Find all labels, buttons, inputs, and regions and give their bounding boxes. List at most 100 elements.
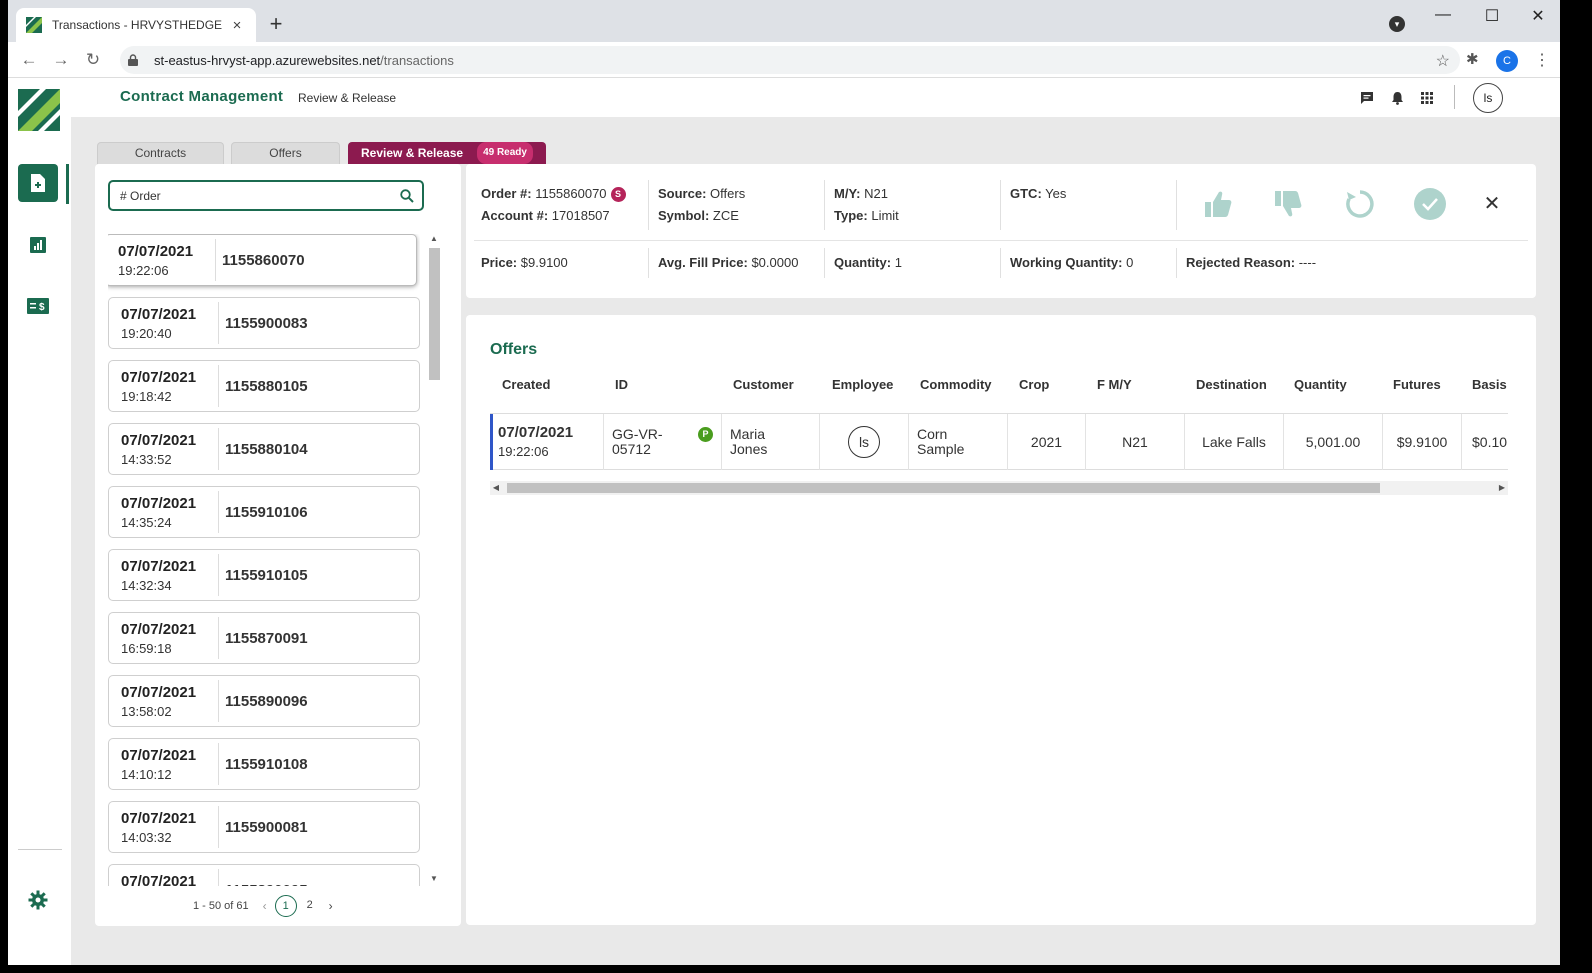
close-tab-icon[interactable]: ×: [228, 17, 246, 34]
detail-symbol: Symbol: ZCE: [658, 208, 739, 223]
nav-transactions[interactable]: $: [18, 287, 58, 325]
order-number: 1155910106: [225, 503, 308, 521]
order-date: 07/07/2021: [121, 747, 197, 764]
page-1-button[interactable]: 1: [274, 895, 297, 917]
order-search-input[interactable]: [120, 188, 392, 203]
apps-grid-icon[interactable]: [1418, 89, 1436, 107]
minimize-button[interactable]: —: [1428, 6, 1458, 24]
chat-icon[interactable]: [1358, 89, 1376, 107]
extensions-icon[interactable]: ✱: [1466, 50, 1479, 68]
column-header-quantity[interactable]: Quantity: [1294, 377, 1347, 392]
order-card[interactable]: 07/07/2021 19:18:42 1155880105: [108, 360, 420, 412]
commodity-line2: Sample: [917, 441, 965, 457]
nav-active-indicator: [66, 164, 69, 204]
page-2-button[interactable]: 2: [299, 895, 321, 917]
close-window-button[interactable]: ✕: [1523, 6, 1553, 26]
order-card[interactable]: 07/07/2021 14:33:52 1155880104: [108, 423, 420, 475]
symbol-value: ZCE: [712, 208, 739, 223]
browser-menu-icon[interactable]: ⋮: [1534, 50, 1550, 70]
column-divider: [824, 180, 825, 230]
order-time: 14:10:12: [121, 767, 172, 782]
company-logo: [18, 89, 60, 131]
column-divider: [824, 248, 825, 278]
approve-thumbs-up-button[interactable]: [1200, 186, 1236, 222]
refresh-icon: [1346, 190, 1374, 218]
browser-tab[interactable]: Transactions - HRVYSTHEDGE ×: [16, 8, 256, 42]
detail-source: Source: Offers: [658, 186, 745, 201]
order-card[interactable]: 07/07/2021 14:03:32 1155900081: [108, 801, 420, 853]
release-check-button[interactable]: [1412, 186, 1448, 222]
column-header-destination[interactable]: Destination: [1196, 377, 1267, 392]
reject-thumbs-down-button[interactable]: [1270, 186, 1306, 222]
column-header-created[interactable]: Created: [502, 377, 550, 392]
refresh-button[interactable]: [1342, 186, 1378, 222]
offers-horizontal-scrollbar[interactable]: ◀ ▶: [490, 481, 1508, 495]
column-divider: [648, 248, 649, 278]
next-page-icon[interactable]: ›: [329, 899, 333, 913]
order-date: 07/07/2021: [121, 810, 197, 827]
new-tab-button[interactable]: +: [264, 12, 288, 36]
user-avatar[interactable]: ls: [1473, 83, 1503, 113]
maximize-button[interactable]: ☐: [1477, 6, 1507, 26]
avg-value: $0.0000: [751, 255, 799, 270]
price-label: Price:: [481, 255, 518, 270]
column-header-basis[interactable]: Basis: [1472, 377, 1507, 392]
offers-panel: Offers Created ID Customer Employee Comm…: [466, 315, 1536, 925]
order-card[interactable]: 07/07/2021 19:22:06 1155860070: [108, 234, 417, 286]
order-card[interactable]: 07/07/2021 19:20:40 1155900083: [108, 297, 420, 349]
left-nav: $: [8, 79, 71, 965]
bookmark-star-icon[interactable]: ☆: [1436, 51, 1450, 71]
column-header-futures[interactable]: Futures: [1393, 377, 1441, 392]
order-card[interactable]: 07/07/2021 16:59:18 1155870091: [108, 612, 420, 664]
nav-divider: [18, 849, 62, 850]
rej-value: ----: [1298, 255, 1317, 270]
reload-button[interactable]: ↻: [82, 50, 104, 70]
column-header-commodity[interactable]: Commodity: [920, 377, 992, 392]
column-header-employee[interactable]: Employee: [832, 377, 893, 392]
nav-settings[interactable]: [18, 881, 58, 919]
column-header-id[interactable]: ID: [615, 377, 628, 392]
table-row[interactable]: 07/07/2021 19:22:06 GG-VR- 05712 P Maria Jo…: [490, 414, 1508, 470]
detail-rejected-reason: Rejected Reason: ----: [1186, 255, 1316, 270]
order-card[interactable]: 07/07/2021 1155890095: [108, 864, 420, 886]
order-card[interactable]: 07/07/2021 14:35:24 1155910106: [108, 486, 420, 538]
scroll-left-arrow-icon[interactable]: ◀: [490, 481, 502, 495]
order-list-scrollbar[interactable]: ▲ ▼: [428, 234, 440, 886]
type-label: Type:: [834, 208, 868, 223]
tab-review-release[interactable]: Review & Release 49 Ready: [348, 142, 546, 164]
nav-contracts[interactable]: [18, 164, 58, 202]
selected-row-indicator: [490, 414, 493, 470]
order-search[interactable]: [108, 180, 424, 211]
column-header-fmy[interactable]: F M/Y: [1097, 377, 1132, 392]
browser-tabstrip: Transactions - HRVYSTHEDGE × + ▾ — ☐ ✕: [8, 0, 1560, 42]
prev-page-icon[interactable]: ‹: [263, 899, 267, 913]
column-divider: [648, 180, 649, 230]
order-date: 07/07/2021: [121, 873, 197, 886]
scroll-down-arrow-icon[interactable]: ▼: [428, 874, 440, 883]
back-button[interactable]: ←: [18, 50, 40, 70]
column-header-customer[interactable]: Customer: [733, 377, 794, 392]
address-bar[interactable]: st-eastus-hrvyst-app.azurewebsites.net/t…: [120, 46, 1460, 74]
rej-label: Rejected Reason:: [1186, 255, 1296, 270]
order-card[interactable]: 07/07/2021 14:10:12 1155910108: [108, 738, 420, 790]
horizontal-scrollbar-thumb[interactable]: [507, 483, 1380, 493]
tab-offers[interactable]: Offers: [231, 142, 340, 164]
money-ticket-icon: $: [27, 298, 49, 314]
order-number: 1155880104: [225, 440, 308, 458]
forward-button[interactable]: →: [50, 50, 72, 70]
order-card[interactable]: 07/07/2021 14:32:34 1155910105: [108, 549, 420, 601]
search-icon[interactable]: [392, 188, 422, 203]
nav-reports[interactable]: [18, 226, 58, 264]
scroll-right-arrow-icon[interactable]: ▶: [1496, 481, 1508, 495]
browser-profile-avatar[interactable]: C: [1496, 50, 1518, 72]
document-add-icon: [31, 174, 45, 192]
bell-icon[interactable]: [1388, 89, 1406, 107]
tab-contracts[interactable]: Contracts: [97, 142, 224, 164]
profile-dropdown-icon[interactable]: ▾: [1389, 16, 1405, 32]
order-card[interactable]: 07/07/2021 13:58:02 1155890096: [108, 675, 420, 727]
detail-divider: [474, 240, 1528, 241]
scrollbar-thumb[interactable]: [429, 248, 440, 380]
column-header-crop[interactable]: Crop: [1019, 377, 1049, 392]
close-detail-button[interactable]: ✕: [1476, 188, 1508, 220]
scroll-up-arrow-icon[interactable]: ▲: [428, 234, 440, 243]
